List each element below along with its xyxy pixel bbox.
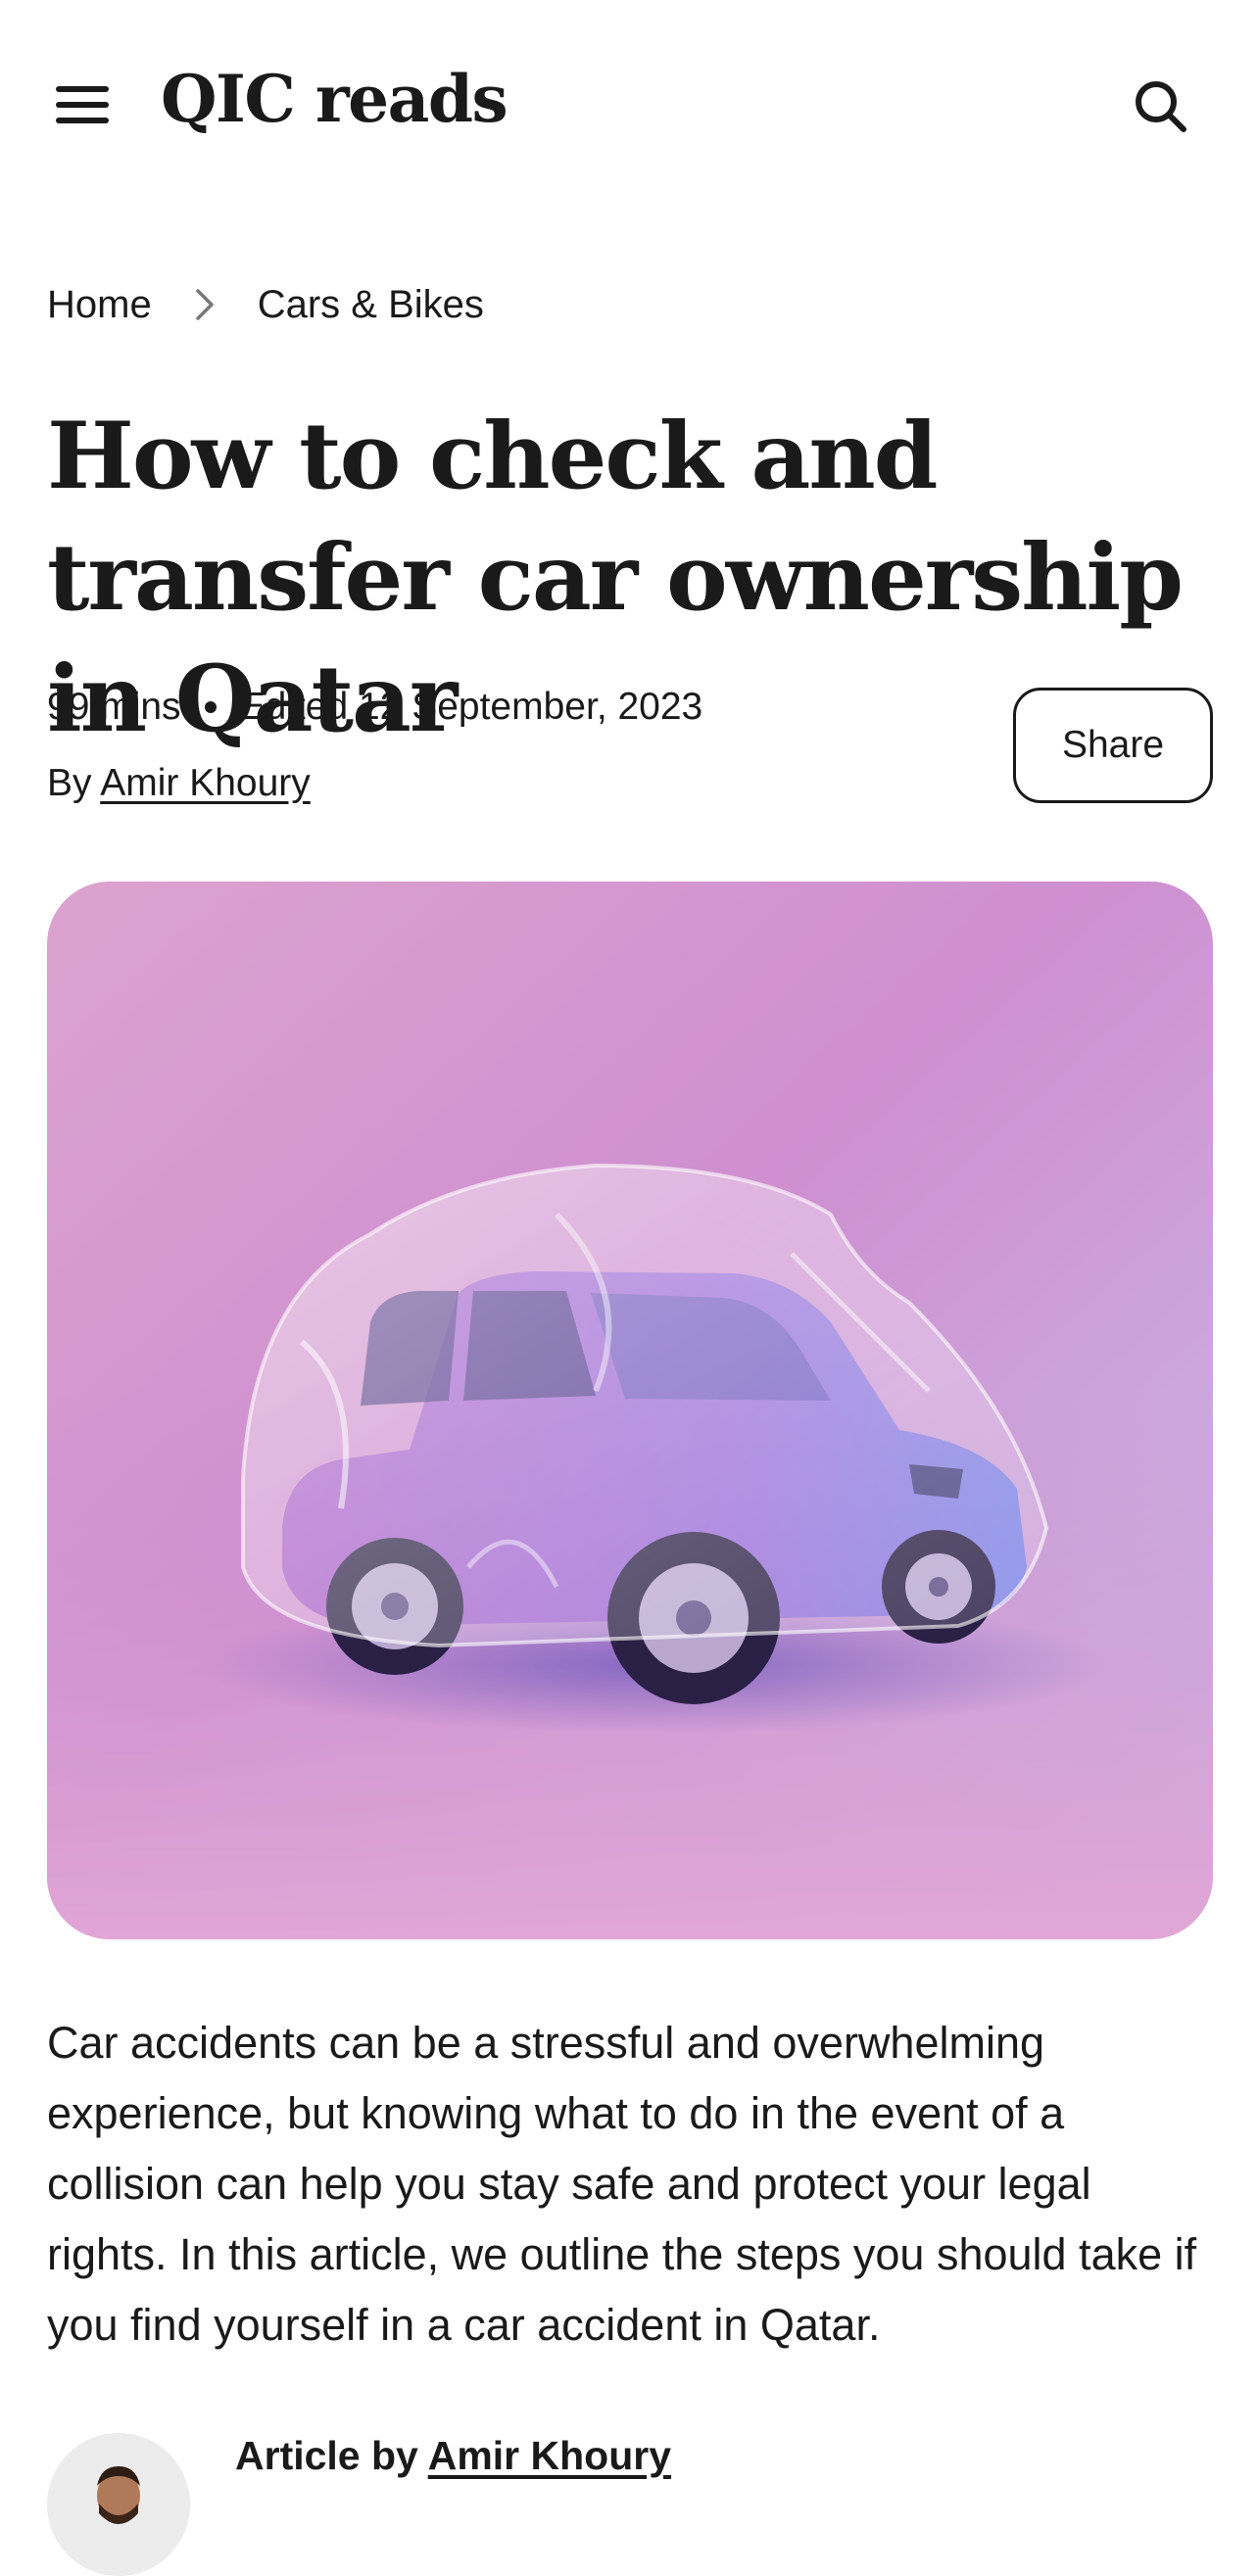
author-card: Article by Amir Khoury [47,2433,1223,2576]
author-avatar[interactable] [47,2433,190,2576]
article-intro: Car accidents can be a stressful and ove… [47,2018,1197,2350]
breadcrumb-home[interactable]: Home [47,283,152,327]
byline-prefix: By [47,762,101,804]
edited-date: Edited 12 September, 2023 [239,686,703,728]
share-button[interactable]: Share [1013,688,1213,803]
article-meta: 99 mins Edited 12 September, 2023 [47,686,702,729]
author-link[interactable]: Amir Khoury [100,762,311,804]
article-by: Article by Amir Khoury [235,2433,671,2479]
search-icon[interactable] [1129,74,1193,139]
article-page: QIC reads Home Cars & Bikes How to check… [0,0,1258,2576]
hero-image [47,882,1213,1939]
site-logo[interactable]: QIC reads [161,61,508,137]
chevron-right-icon [193,287,217,322]
byline: By Amir Khoury [47,762,311,805]
hamburger-menu-icon[interactable] [51,80,114,129]
top-header: QIC reads [0,0,1258,206]
read-time: 99 mins [47,686,181,728]
meta-separator-dot [204,701,217,713]
breadcrumb: Home Cars & Bikes [47,280,484,329]
article-by-author-link[interactable]: Amir Khoury [428,2433,671,2478]
breadcrumb-cars-bikes[interactable]: Cars & Bikes [258,283,484,327]
article-by-prefix: Article by [235,2433,428,2478]
